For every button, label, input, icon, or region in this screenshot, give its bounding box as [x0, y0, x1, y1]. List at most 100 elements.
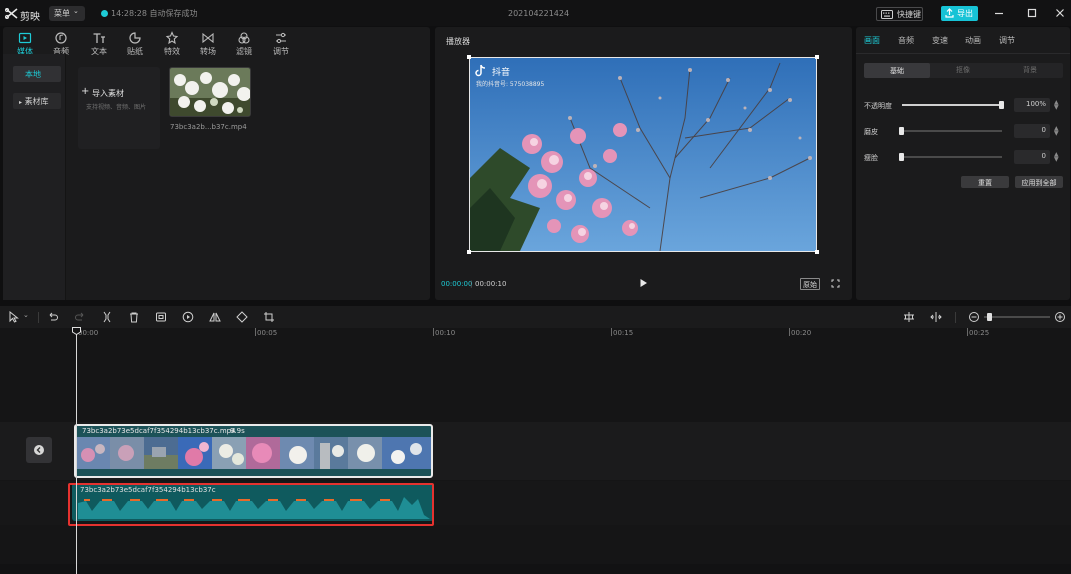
opacity-slider-fill: [902, 104, 1002, 106]
opacity-input[interactable]: 100%: [1014, 98, 1050, 112]
save-status-text: 14:28:28 自动保存成功: [111, 9, 198, 18]
slim-face-slider-knob[interactable]: [899, 153, 904, 161]
reverse-play-icon[interactable]: [182, 311, 194, 323]
zoom-out-icon[interactable]: [968, 311, 980, 323]
subtab-basic[interactable]: 基础: [864, 63, 930, 78]
undo-icon[interactable]: [47, 311, 59, 323]
video-clip-duration: 9.9s: [230, 427, 245, 435]
aspect-ratio-button[interactable]: 原始: [800, 278, 820, 290]
opacity-slider-knob[interactable]: [999, 101, 1004, 109]
resize-handle-bottom-right[interactable]: [815, 250, 819, 254]
subtab-background[interactable]: 背景: [1023, 65, 1037, 75]
tab-picture[interactable]: 画面: [864, 35, 880, 46]
tab-props-adjust[interactable]: 调节: [999, 35, 1015, 46]
audio-highlight-box: [68, 483, 434, 526]
toolbar-divider: [38, 312, 39, 323]
split-icon[interactable]: [101, 311, 113, 323]
linkage-icon[interactable]: [930, 311, 942, 323]
tab-sticker[interactable]: 贴纸: [120, 31, 150, 57]
select-cursor-icon[interactable]: [8, 311, 20, 323]
import-media-button[interactable]: + 导入素材 支持视频、音频、图片: [78, 67, 160, 149]
ruler-label: 00:05: [257, 329, 278, 337]
tab-sticker-label: 贴纸: [127, 47, 143, 56]
ruler-label: 00:25: [969, 329, 990, 337]
resize-handle-top-right[interactable]: [815, 55, 819, 59]
tab-text[interactable]: 文本: [84, 31, 114, 57]
slim-face-input[interactable]: 0: [1014, 150, 1050, 164]
snap-icon[interactable]: [903, 311, 915, 323]
select-dropdown-icon[interactable]: ⌄: [23, 311, 29, 319]
playhead-handle-icon[interactable]: [72, 327, 81, 335]
freeze-frame-icon[interactable]: [155, 311, 167, 323]
media-file-name: 73bc3a2b...b37c.mp4: [170, 123, 247, 131]
redo-icon[interactable]: [74, 311, 86, 323]
audio-icon: [55, 32, 67, 44]
slim-face-stepper-icon[interactable]: ▲ ▼: [1054, 152, 1060, 163]
tab-animation[interactable]: 动画: [965, 35, 981, 46]
opacity-stepper-icon[interactable]: ▲ ▼: [1054, 100, 1060, 111]
timeline-scrollbar[interactable]: [0, 564, 1071, 574]
effects-icon: [165, 31, 179, 45]
crop-icon[interactable]: [263, 311, 275, 323]
tab-adjust[interactable]: 调节: [266, 31, 296, 57]
opacity-label: 不透明度: [864, 102, 892, 110]
save-status-dot: [101, 10, 108, 17]
slim-face-slider-track[interactable]: [902, 156, 1002, 158]
cover-button[interactable]: [26, 437, 52, 463]
ruler-label: 00:15: [613, 329, 634, 337]
sticker-icon: [129, 32, 141, 44]
play-icon[interactable]: [639, 278, 648, 288]
filter-icon: [238, 32, 250, 44]
media-panel: 媒体 音频 文本 贴纸 特效 转场 滤镜 调节 本地 ▸ 素材库 + 导入素材 …: [3, 27, 430, 300]
export-button[interactable]: 导出: [941, 6, 978, 21]
blossom-thumbnail-image: [170, 68, 250, 116]
slim-face-label: 瘦脸: [864, 154, 878, 162]
reset-button[interactable]: 重置: [961, 176, 1009, 188]
transition-icon: [202, 32, 214, 44]
smooth-slider-track[interactable]: [902, 130, 1002, 132]
ruler-label: 00:00: [78, 329, 99, 337]
video-clip[interactable]: 73bc3a2b73e5dcaf7f354294b13cb37c.mp4 9.9…: [74, 424, 433, 478]
tab-transition[interactable]: 转场: [193, 31, 223, 57]
sidebar-item-local[interactable]: 本地: [13, 66, 61, 82]
zoom-slider-track[interactable]: [984, 316, 1050, 318]
caret-right-icon: ▸: [19, 99, 23, 106]
video-clip-filmstrip-image: [76, 437, 431, 469]
tab-props-audio[interactable]: 音频: [898, 35, 914, 46]
subtab-cutout[interactable]: 抠像: [956, 65, 970, 75]
zoom-in-icon[interactable]: [1054, 311, 1066, 323]
tab-effects[interactable]: 特效: [157, 31, 187, 57]
player-title: 播放器: [446, 37, 470, 46]
delete-icon[interactable]: [128, 311, 140, 323]
smooth-slider-knob[interactable]: [899, 127, 904, 135]
sidebar-item-library[interactable]: ▸ 素材库: [13, 93, 61, 109]
text-icon: [93, 33, 105, 43]
fullscreen-icon[interactable]: [831, 279, 840, 288]
time-ruler[interactable]: 00:00 00:05 00:10 00:15 00:20 00:25: [0, 328, 1071, 340]
close-icon[interactable]: [1054, 7, 1066, 19]
properties-panel: 画面 音频 变速 动画 调节 基础 抠像 背景 不透明度 100% ▲ ▼ 磨皮 …: [856, 27, 1070, 300]
time-separator: |: [470, 280, 473, 288]
tab-speed[interactable]: 变速: [932, 35, 948, 46]
smooth-input[interactable]: 0: [1014, 124, 1050, 138]
total-time: 00:00:10: [475, 280, 507, 288]
ruler-tick: [255, 328, 256, 336]
app-name: 剪映: [20, 12, 40, 23]
rotate-icon[interactable]: [236, 311, 248, 323]
import-label: 导入素材: [92, 89, 124, 98]
maximize-icon[interactable]: [1026, 7, 1038, 19]
playhead-line[interactable]: [76, 330, 77, 574]
shortcut-button[interactable]: 快捷键: [876, 7, 923, 21]
media-thumbnail[interactable]: [169, 67, 251, 117]
player-panel: 播放器 抖音 我的抖音号: 575038895 00:00:00 | 00:00…: [435, 27, 852, 300]
toolbar-divider-right: [955, 312, 956, 323]
resize-handle-top-left[interactable]: [467, 55, 471, 59]
tab-filter[interactable]: 滤镜: [229, 31, 259, 57]
apply-all-button[interactable]: 应用到全部: [1015, 176, 1063, 188]
minimize-icon[interactable]: [993, 7, 1005, 19]
zoom-slider-knob[interactable]: [987, 313, 992, 321]
smooth-stepper-icon[interactable]: ▲ ▼: [1054, 126, 1060, 137]
resize-handle-bottom-left[interactable]: [467, 250, 471, 254]
menu-button[interactable]: 菜单 ⌄: [49, 6, 85, 21]
mirror-icon[interactable]: [209, 311, 221, 323]
